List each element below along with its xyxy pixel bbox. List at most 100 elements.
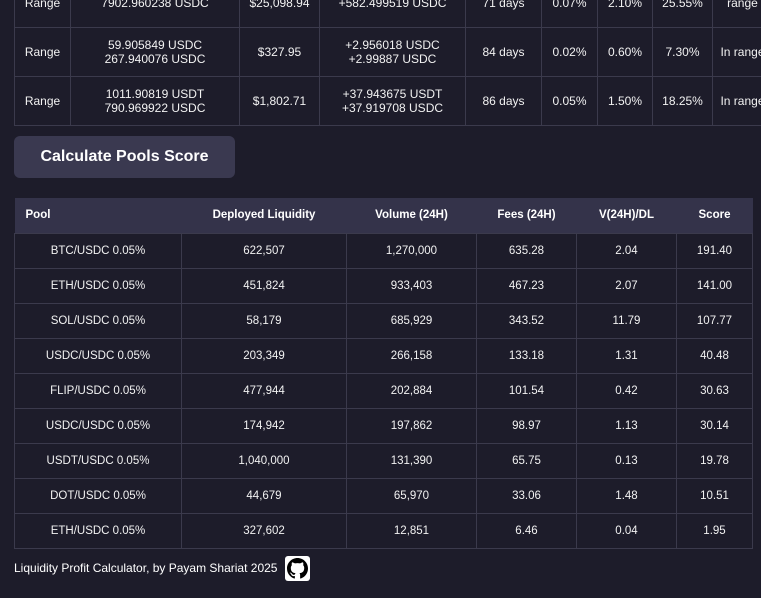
pool-name-cell: USDC/USDC 0.05% — [14, 407, 182, 444]
deployed-liquidity-cell: 477,944 — [181, 372, 347, 409]
pool-name-cell: ETH/USDC 0.05% — [14, 512, 182, 549]
position-amounts-line: 1011.90819 USDT — [105, 87, 205, 101]
fees-24h-cell: 33.06 — [476, 477, 577, 514]
pools-body: BTC/USDC 0.05% 622,507 1,270,000 635.28 2.04… — [14, 232, 753, 549]
position-fees: +582.499519 USDC — [319, 0, 466, 28]
position-amounts: 59.905849 USDC 267.940076 USDC — [70, 27, 240, 77]
position-pct-2: 0.60% — [597, 27, 653, 77]
position-amounts-line: 7902.960238 USDC — [101, 0, 209, 10]
pool-name-cell: BTC/USDC 0.05% — [14, 232, 182, 269]
score-cell: 107.77 — [676, 302, 753, 339]
position-pct-1: 0.02% — [541, 27, 598, 77]
pool-row: FLIP/USDC 0.05% 477,944 202,884 101.54 0.42 3… — [14, 372, 753, 409]
fees-24h-cell: 6.46 — [476, 512, 577, 549]
volume-liquidity-ratio-cell: 2.04 — [576, 232, 677, 269]
deployed-liquidity-cell: 203,349 — [181, 337, 347, 374]
position-fees-line: +582.499519 USDC — [338, 0, 447, 10]
pool-row: SOL/USDC 0.05% 58,179 685,929 343.52 11.79 10… — [14, 302, 753, 339]
deployed-liquidity-cell: 451,824 — [181, 267, 347, 304]
volume-liquidity-ratio-cell: 0.42 — [576, 372, 677, 409]
position-fees-line: +2.99887 USDC — [348, 52, 437, 66]
pool-name-cell: FLIP/USDC 0.05% — [14, 372, 182, 409]
position-status: In range — [712, 27, 761, 77]
volume-liquidity-ratio-cell: 0.13 — [576, 442, 677, 479]
fees-24h-cell: 343.52 — [476, 302, 577, 339]
deployed-liquidity-cell: 1,040,000 — [181, 442, 347, 479]
volume-24h-cell: 131,390 — [346, 442, 477, 479]
volume-24h-cell: 1,270,000 — [346, 232, 477, 269]
pools-table: Pool Deployed Liquidity Volume (24H) Fee… — [14, 198, 753, 549]
volume-liquidity-ratio-cell: 1.48 — [576, 477, 677, 514]
position-amounts: 7902.960238 USDC — [70, 0, 240, 28]
header-pool[interactable]: Pool — [15, 198, 182, 233]
volume-liquidity-ratio-cell: 1.31 — [576, 337, 677, 374]
pool-name-cell: SOL/USDC 0.05% — [14, 302, 182, 339]
volume-24h-cell: 933,403 — [346, 267, 477, 304]
position-age: 84 days — [465, 27, 542, 77]
github-logo — [287, 557, 309, 578]
pool-row: USDT/USDC 0.05% 1,040,000 131,390 65.75 0.13… — [14, 442, 753, 479]
position-value: $25,098.94 — [239, 0, 320, 28]
volume-liquidity-ratio-cell: 1.13 — [576, 407, 677, 444]
volume-24h-cell: 197,862 — [346, 407, 477, 444]
position-status: range — [712, 0, 761, 28]
fees-24h-cell: 98.97 — [476, 407, 577, 444]
position-type: Range — [14, 76, 71, 126]
deployed-liquidity-cell: 622,507 — [181, 232, 347, 269]
score-cell: 30.63 — [676, 372, 753, 409]
score-cell: 30.14 — [676, 407, 753, 444]
volume-24h-cell: 12,851 — [346, 512, 477, 549]
position-pct-1: 0.07% — [541, 0, 598, 28]
app-root: Range 7902.960238 USDC $25,098.94 +582.4995… — [0, 0, 761, 598]
header-volume-liquidity-ratio[interactable]: V(24H)/DL — [577, 198, 677, 233]
position-type: Range — [14, 0, 71, 28]
pool-row: USDC/USDC 0.05% 203,349 266,158 133.18 1.31 4… — [14, 337, 753, 374]
fees-24h-cell: 65.75 — [476, 442, 577, 479]
position-pct-2: 1.50% — [597, 76, 653, 126]
deployed-liquidity-cell: 44,679 — [181, 477, 347, 514]
volume-liquidity-ratio-cell: 0.04 — [576, 512, 677, 549]
fees-24h-cell: 133.18 — [476, 337, 577, 374]
volume-24h-cell: 65,970 — [346, 477, 477, 514]
fees-24h-cell: 635.28 — [476, 232, 577, 269]
header-fees-24h[interactable]: Fees (24H) — [477, 198, 577, 233]
position-row: Range 7902.960238 USDC $25,098.94 +582.4995… — [14, 0, 761, 28]
pool-row: ETH/USDC 0.05% 327,602 12,851 6.46 0.04 1.95 — [14, 512, 753, 549]
volume-24h-cell: 685,929 — [346, 302, 477, 339]
header-deployed-liquidity[interactable]: Deployed Liquidity — [182, 198, 347, 233]
position-pct-2: 2.10% — [597, 0, 653, 28]
pool-row: BTC/USDC 0.05% 622,507 1,270,000 635.28 2.04… — [14, 232, 753, 269]
calculate-pools-score-button[interactable]: Calculate Pools Score — [14, 136, 235, 178]
header-score[interactable]: Score — [677, 198, 753, 233]
pool-name-cell: USDT/USDC 0.05% — [14, 442, 182, 479]
score-cell: 1.95 — [676, 512, 753, 549]
position-row: Range 1011.90819 USDT 790.969922 USDC $1,80… — [14, 76, 761, 126]
positions-table: Range 7902.960238 USDC $25,098.94 +582.4995… — [14, 0, 761, 126]
github-icon[interactable] — [285, 555, 311, 581]
position-pct-3: 7.30% — [652, 27, 713, 77]
score-cell: 10.51 — [676, 477, 753, 514]
position-pct-1: 0.05% — [541, 76, 598, 126]
fees-24h-cell: 101.54 — [476, 372, 577, 409]
header-volume-24h[interactable]: Volume (24H) — [347, 198, 477, 233]
pool-name-cell: USDC/USDC 0.05% — [14, 337, 182, 374]
position-value: $1,802.71 — [239, 76, 320, 126]
deployed-liquidity-cell: 174,942 — [181, 407, 347, 444]
position-pct-3: 25.55% — [652, 0, 713, 28]
deployed-liquidity-cell: 327,602 — [181, 512, 347, 549]
position-fees-line: +37.943675 USDT — [342, 87, 443, 101]
footer-text: Liquidity Profit Calculator, by Payam Sh… — [14, 561, 278, 575]
pool-row: ETH/USDC 0.05% 451,824 933,403 467.23 2.07 14… — [14, 267, 753, 304]
score-cell: 141.00 — [676, 267, 753, 304]
pool-row: USDC/USDC 0.05% 174,942 197,862 98.97 1.13 30… — [14, 407, 753, 444]
position-amounts-line: 59.905849 USDC — [107, 38, 203, 52]
position-value: $327.95 — [239, 27, 320, 77]
position-amounts: 1011.90819 USDT 790.969922 USDC — [70, 76, 240, 126]
position-age: 71 days — [465, 0, 542, 28]
deployed-liquidity-cell: 58,179 — [181, 302, 347, 339]
position-type: Range — [14, 27, 71, 77]
volume-liquidity-ratio-cell: 2.07 — [576, 267, 677, 304]
position-age: 86 days — [465, 76, 542, 126]
position-fees: +2.956018 USDC +2.99887 USDC — [319, 27, 466, 77]
position-fees-line: +2.956018 USDC — [345, 38, 440, 52]
